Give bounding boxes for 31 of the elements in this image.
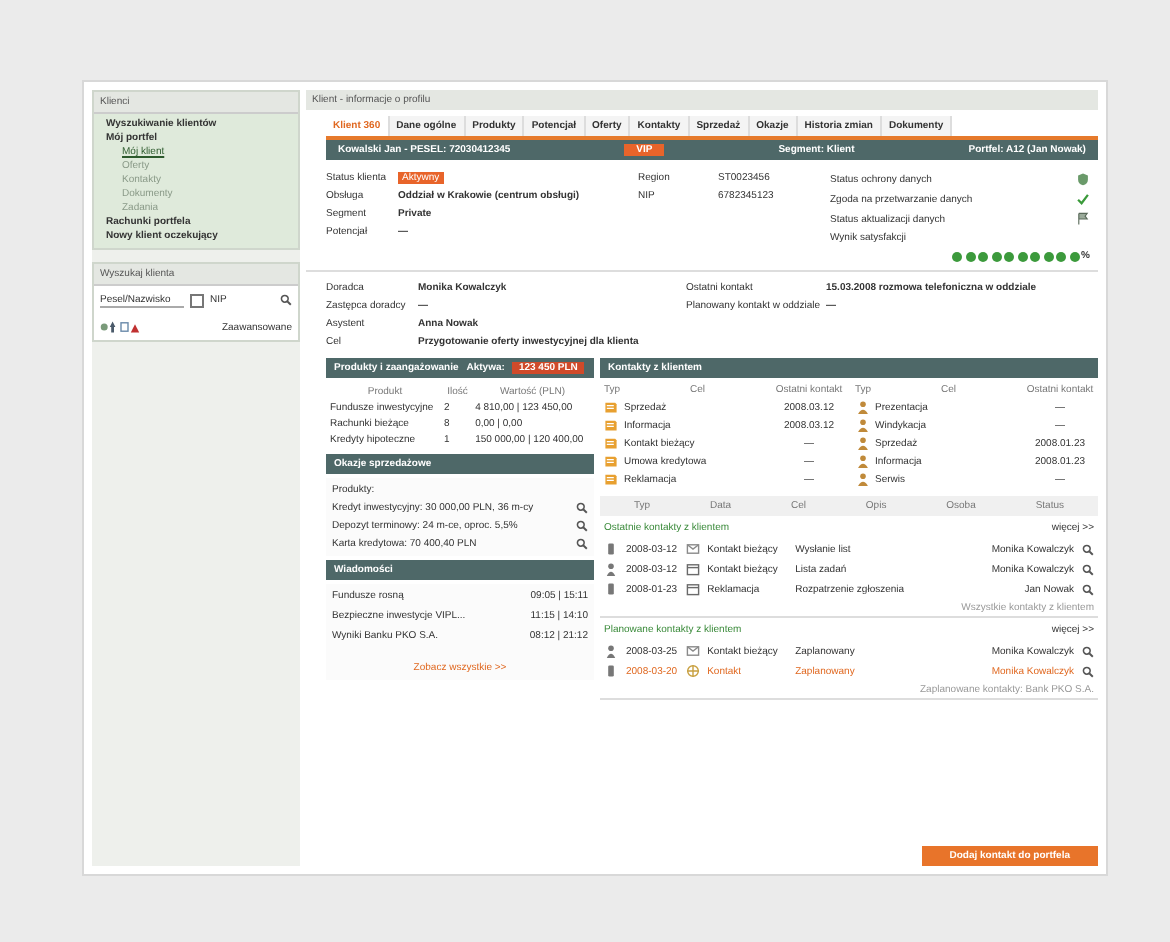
person-icon bbox=[855, 400, 869, 414]
note-icon bbox=[604, 472, 618, 486]
search-icon[interactable] bbox=[1082, 563, 1094, 575]
shield-icon bbox=[1076, 172, 1090, 186]
checkbox[interactable] bbox=[190, 293, 204, 307]
check-icon bbox=[1076, 192, 1090, 206]
envelope-icon bbox=[685, 542, 700, 556]
person-icon bbox=[604, 562, 618, 576]
search-icon[interactable] bbox=[1082, 665, 1094, 677]
note-icon bbox=[604, 454, 618, 468]
flag-icon bbox=[1076, 212, 1090, 226]
calendar-icon bbox=[685, 582, 700, 596]
tools-drawing[interactable] bbox=[100, 320, 142, 334]
globe-icon bbox=[685, 664, 700, 678]
person-icon bbox=[855, 418, 869, 432]
envelope-icon bbox=[685, 644, 700, 658]
person-icon bbox=[604, 644, 618, 658]
calendar-icon bbox=[685, 562, 700, 576]
search-icon[interactable] bbox=[1082, 543, 1094, 555]
search-icon[interactable] bbox=[280, 294, 292, 306]
note-icon bbox=[604, 418, 618, 432]
search-icon[interactable] bbox=[576, 538, 588, 550]
search-icon[interactable] bbox=[1082, 645, 1094, 657]
search-icon[interactable] bbox=[1082, 583, 1094, 595]
note-icon bbox=[604, 400, 618, 414]
search-icon[interactable] bbox=[576, 520, 588, 532]
search-icon[interactable] bbox=[576, 502, 588, 514]
note-icon bbox=[604, 436, 618, 450]
person-icon bbox=[855, 454, 869, 468]
person-icon bbox=[855, 472, 869, 486]
person-icon bbox=[855, 436, 869, 450]
